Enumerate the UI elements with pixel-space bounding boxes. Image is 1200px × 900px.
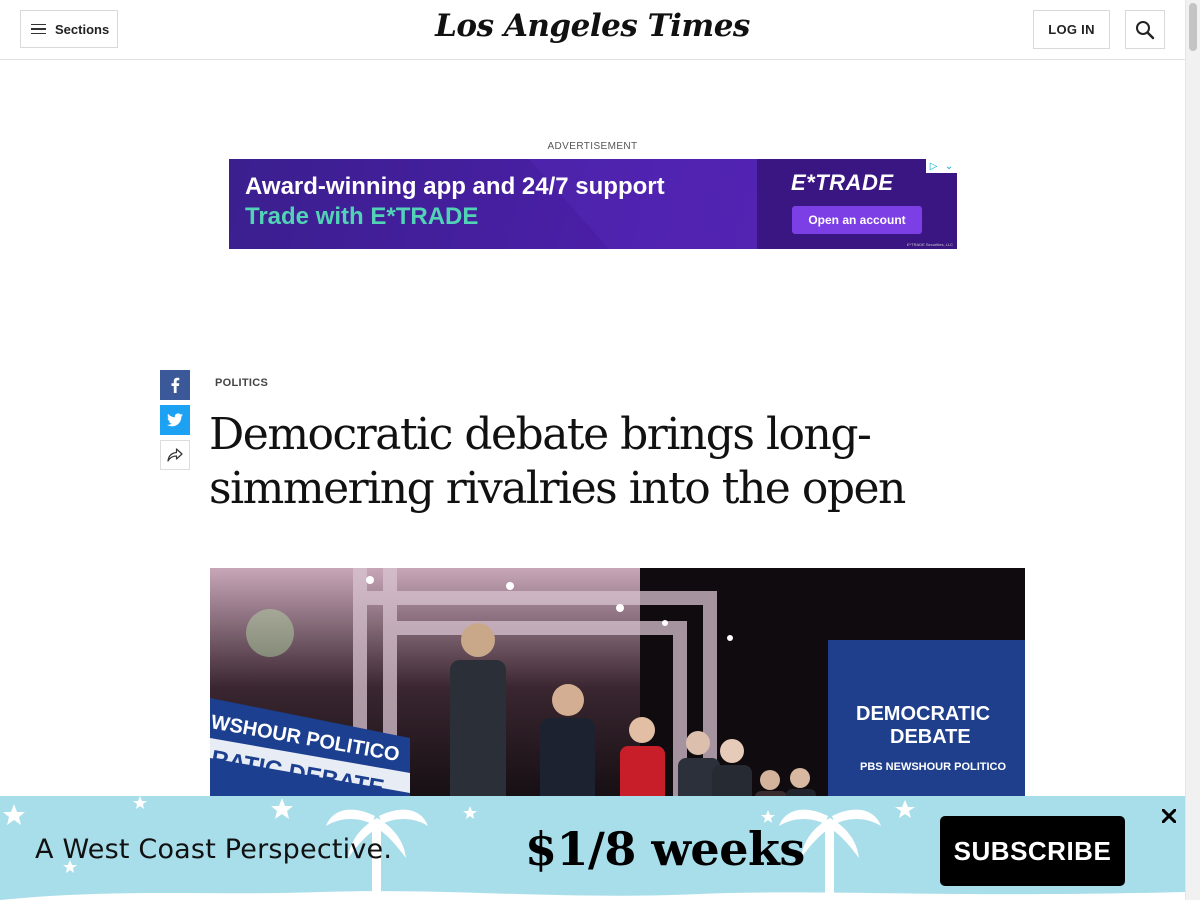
ad-brand-logo: E*TRADE: [791, 170, 894, 195]
right-sign-line3: PBS NEWSHOUR POLITICO: [860, 761, 1007, 773]
search-button[interactable]: [1125, 10, 1165, 49]
adchoices-icon: ▷: [929, 160, 938, 172]
page-scrollbar[interactable]: [1185, 0, 1200, 900]
advertisement-label: ADVERTISEMENT: [547, 141, 638, 152]
article-hero-image: WSHOUR POLITICO RATIC DEBATE DEMOCRATIC …: [210, 568, 1025, 808]
facebook-icon: [171, 377, 180, 393]
subscribe-tagline: A West Coast Perspective.: [35, 834, 393, 865]
ad-close-chevron-icon[interactable]: ⌄: [945, 161, 953, 172]
subscribe-banner: A West Coast Perspective. $1/8 weeks SUB…: [0, 796, 1185, 900]
share-arrow-icon: [167, 448, 183, 462]
ad-subheadline: Trade with E*TRADE: [245, 203, 479, 230]
right-sign-line2: DEBATE: [890, 726, 971, 748]
login-button[interactable]: LOG IN: [1033, 10, 1110, 49]
more-share-button[interactable]: [160, 440, 190, 470]
right-sign-line1: DEMOCRATIC: [856, 703, 990, 725]
ad-cta-button[interactable]: Open an account: [792, 206, 922, 234]
close-icon: [1162, 809, 1176, 823]
scrollbar-thumb[interactable]: [1189, 3, 1197, 51]
subscribe-price: $1/8 weeks: [525, 822, 805, 876]
site-header: Sections Los Angeles Times LOG IN: [0, 0, 1185, 60]
subscribe-button[interactable]: SUBSCRIBE: [940, 816, 1125, 886]
section-link-politics[interactable]: POLITICS: [215, 377, 268, 389]
article-headline: Democratic debate brings long-simmering …: [209, 409, 906, 514]
adchoices-badge[interactable]: ▷ ⌄: [926, 159, 957, 173]
search-icon: [1136, 20, 1155, 39]
ad-fine-print: E*TRADE Securities, LLC: [906, 242, 953, 247]
ad-headline: Award-winning app and 24/7 support: [245, 173, 665, 200]
twitter-share-button[interactable]: [160, 405, 190, 435]
close-subscribe-banner-button[interactable]: [1158, 805, 1180, 827]
facebook-share-button[interactable]: [160, 370, 190, 400]
twitter-icon: [167, 413, 183, 427]
site-logo[interactable]: Los Angeles Times: [0, 8, 1185, 44]
debate-stage-illustration: WSHOUR POLITICO RATIC DEBATE DEMOCRATIC …: [210, 568, 1025, 808]
ad-banner[interactable]: Award-winning app and 24/7 support Trade…: [229, 159, 957, 249]
